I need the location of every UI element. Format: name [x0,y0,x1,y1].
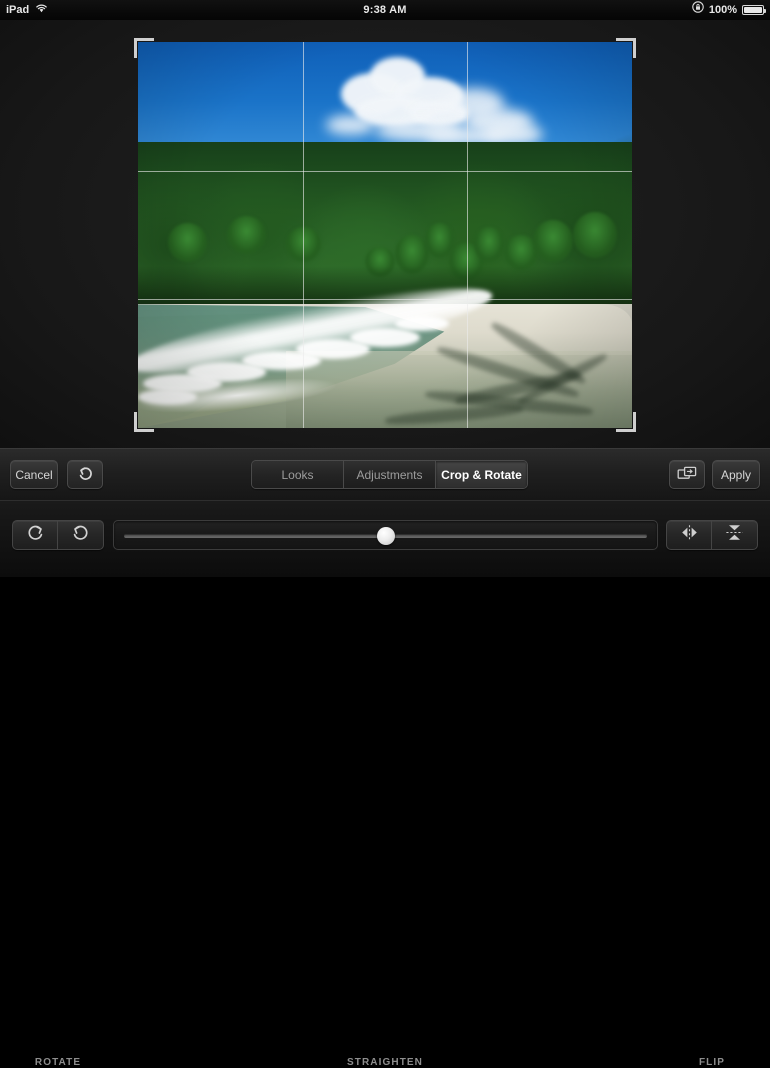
flip-horizontal-button[interactable] [667,521,712,549]
flip-button-group[interactable] [666,520,758,550]
battery-icon [742,5,766,15]
mode-segmented-control[interactable]: Looks Adjustments Crop & Rotate [251,460,528,489]
undo-icon [77,465,94,484]
status-bar-right: 100% [692,0,766,20]
flip-vertical-icon [725,523,744,547]
battery-percent: 100% [708,4,737,16]
editor-toolbar: Cancel Looks Adjustments Crop & Rotate A… [0,448,770,500]
crop-handle-bottom-right[interactable] [616,412,636,432]
tab-adjustments[interactable]: Adjustments [344,461,436,488]
cancel-button-label: Cancel [15,467,53,482]
rotate-counterclockwise-button[interactable] [58,521,103,549]
photo-image [138,42,632,428]
status-bar-time: 9:38 AM [363,4,407,16]
rotate-clockwise-icon [26,523,45,547]
rotation-lock-icon [692,0,704,20]
straighten-slider[interactable] [113,520,658,550]
tab-adjustments-label: Adjustments [356,467,423,482]
crop-handle-bottom-left[interactable] [134,412,154,432]
flip-vertical-button[interactable] [712,521,757,549]
apply-button[interactable]: Apply [712,460,760,489]
status-bar: iPad 9:38 AM 100% [0,0,770,20]
tab-crop-and-rotate[interactable]: Crop & Rotate [436,461,527,488]
rotate-counterclockwise-icon [71,523,90,547]
photo-canvas[interactable] [0,20,770,448]
compare-icon [677,465,697,484]
cancel-button[interactable]: Cancel [10,460,58,489]
rotate-clockwise-button[interactable] [13,521,58,549]
crop-handle-top-right[interactable] [616,38,636,58]
crop-handle-top-left[interactable] [134,38,154,58]
crop-frame[interactable] [134,38,636,432]
flip-group-label: FLIP [698,1057,726,1068]
straighten-slider-thumb[interactable] [376,527,395,545]
crop-tools-bar: ROTATE STRAIGHTEN FLIP [0,500,770,1068]
tab-looks[interactable]: Looks [252,461,344,488]
straighten-label: STRAIGHTEN [347,1057,423,1068]
flip-horizontal-icon [679,524,700,546]
ipad-photo-editor: iPad 9:38 AM 100% Cancel Looks Adjustmen… [0,0,770,1068]
tab-looks-label: Looks [281,467,314,482]
apply-button-label: Apply [720,467,752,482]
rotate-button-group[interactable] [12,520,104,550]
tab-crop-and-rotate-label: Crop & Rotate [441,467,522,482]
undo-button[interactable] [67,460,103,489]
compare-button[interactable] [669,460,705,489]
